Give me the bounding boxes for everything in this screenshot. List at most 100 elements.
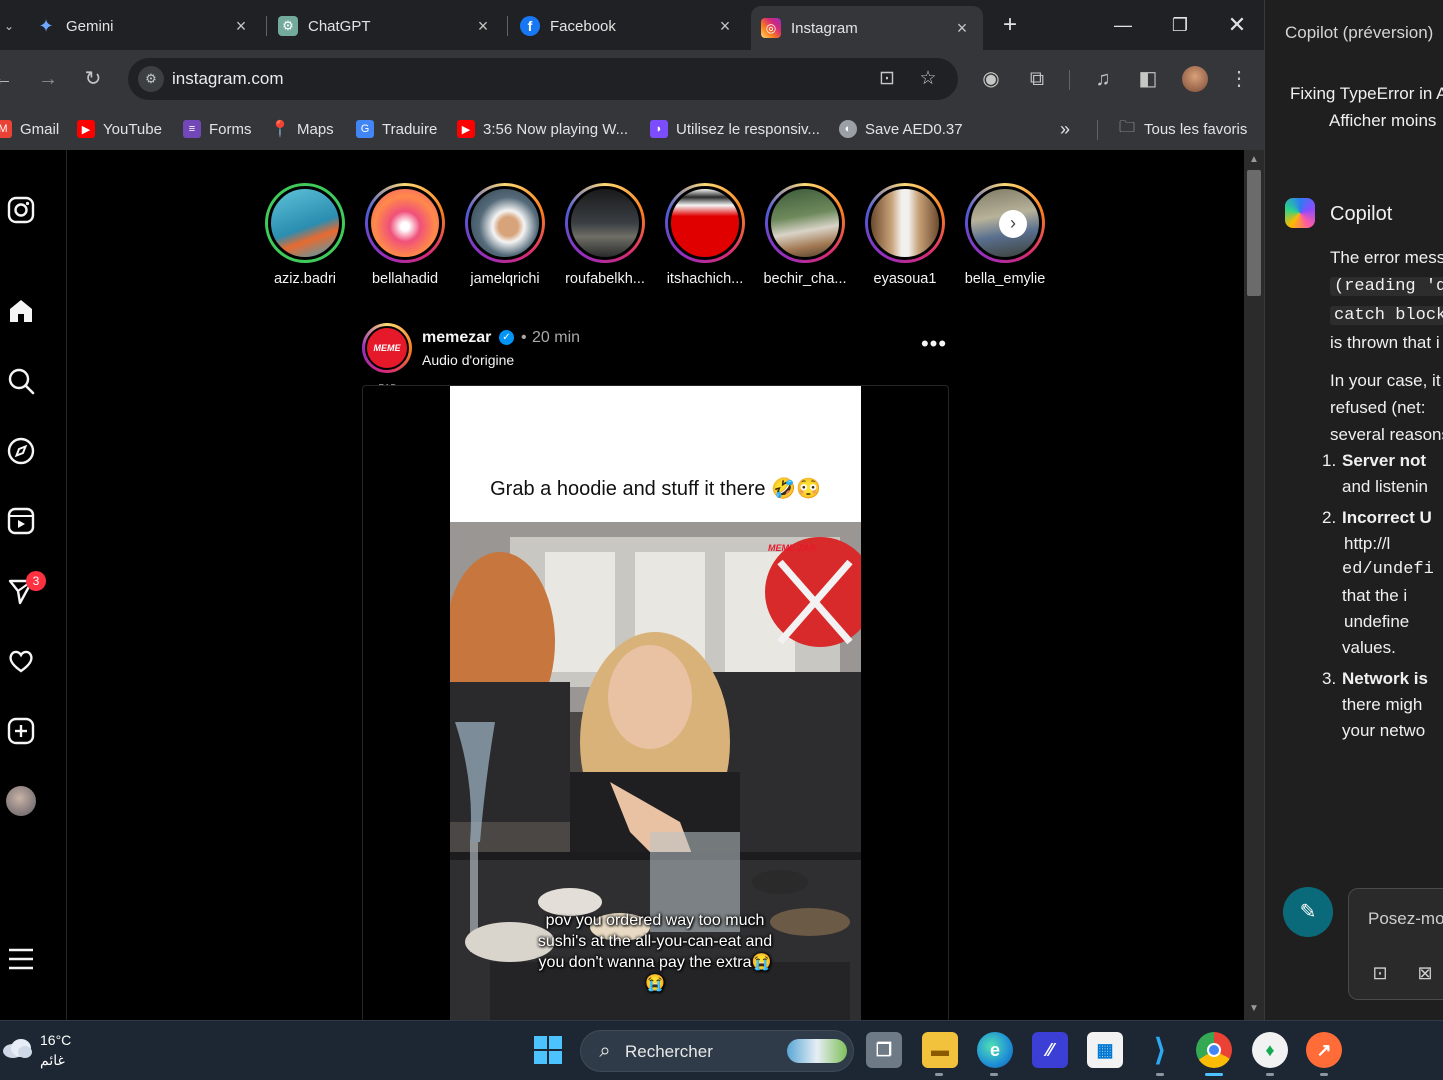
response-text: The error mess (reading 'da catch block … (1330, 244, 1443, 448)
window-close-button[interactable]: ✕ (1217, 10, 1257, 40)
profile-avatar[interactable] (4, 784, 38, 818)
microsoft-store-icon[interactable]: ▦ (1087, 1032, 1123, 1068)
post-timestamp[interactable]: 20 min (532, 329, 580, 347)
reels-icon[interactable] (4, 504, 38, 538)
chrome-icon[interactable] (1196, 1032, 1232, 1068)
post-audio-link[interactable]: Audio d'origine (422, 352, 514, 368)
stories-next-chevron-icon[interactable]: › (999, 210, 1027, 238)
bookmark-responsive[interactable]: ◗ Utilisez le responsiv... (650, 117, 820, 141)
extensions-puzzle-icon[interactable]: ⧉ (1022, 64, 1052, 94)
more-menu-icon[interactable] (4, 942, 38, 976)
close-icon[interactable]: × (714, 15, 736, 37)
app-icon[interactable]: ⁄⁄ (1032, 1032, 1068, 1068)
install-app-icon[interactable]: ⊡ (874, 66, 900, 92)
vscode-icon[interactable]: ⟩ (1142, 1032, 1178, 1068)
tab-chatgpt[interactable]: ⚙ ChatGPT × (268, 8, 504, 44)
bookmark-label: 3:56 Now playing W... (483, 120, 629, 138)
weather-condition[interactable]: غائم (40, 1052, 65, 1069)
bookmark-save-aed[interactable]: ◐ Save AED0.37 (839, 117, 963, 141)
menu-kebab-icon[interactable]: ⋮ (1224, 64, 1254, 94)
collapsed-text[interactable]: Afficher moins (1329, 111, 1436, 127)
edge-browser-icon[interactable]: e (977, 1032, 1013, 1068)
weather-temperature[interactable]: 16°C (40, 1032, 71, 1048)
copilot-prompt-input[interactable]: Posez-mo ⊡ ⊠ (1348, 888, 1443, 1000)
text-line: refused (net: (1330, 398, 1426, 417)
bookmark-gmail[interactable]: M Gmail (0, 117, 59, 141)
text-line: ed/undefi (1342, 560, 1434, 579)
chatgpt-icon: ⚙ (278, 16, 298, 36)
notifications-heart-icon[interactable] (4, 644, 38, 678)
post-options-more-icon[interactable]: ••• (918, 333, 950, 363)
tab-overflow-chevron[interactable]: ⌄ (0, 8, 14, 44)
minimize-button[interactable]: — (1103, 10, 1143, 40)
post-username[interactable]: memezar (422, 329, 491, 347)
home-icon[interactable] (4, 294, 38, 328)
list-number: 1. (1322, 451, 1337, 470)
story-avatar (268, 186, 342, 260)
explore-compass-icon[interactable] (4, 434, 38, 468)
story-item[interactable]: itshachich... (655, 183, 755, 287)
side-panel-icon[interactable]: ◧ (1133, 64, 1163, 94)
story-item[interactable]: aziz.badri (255, 183, 355, 287)
back-button[interactable]: ← (0, 64, 18, 94)
bookmark-maps[interactable]: 📍 Maps (270, 117, 334, 141)
bookmark-youtube[interactable]: ▶ YouTube (77, 117, 162, 141)
scroll-up-arrow-icon[interactable]: ▲ (1248, 154, 1260, 166)
bookmark-now-playing[interactable]: ▶ 3:56 Now playing W... (457, 117, 628, 141)
close-icon[interactable]: × (472, 15, 494, 37)
reload-button[interactable]: ↻ (78, 64, 108, 94)
forward-button[interactable]: → (33, 64, 63, 94)
scrollbar-thumb[interactable] (1247, 170, 1261, 296)
story-item[interactable]: jamelqrichi (455, 183, 555, 287)
tab-gemini[interactable]: ✦ Gemini × (26, 8, 262, 44)
mongodb-compass-icon[interactable]: ♦ (1252, 1032, 1288, 1068)
address-bar[interactable]: ⚙ instagram.com ⊡ ☆ (128, 58, 958, 100)
search-icon[interactable] (4, 364, 38, 398)
post-author-avatar[interactable]: MEME ZAR (362, 323, 412, 393)
toolbar-divider (1069, 70, 1070, 90)
list-number: 3. (1322, 669, 1337, 688)
screenshot-icon[interactable]: ⊡ (1368, 961, 1392, 985)
extension-icon[interactable]: ◉ (976, 64, 1006, 94)
post-video[interactable]: Grab a hoodie and stuff it there 🤣😳 MEME… (450, 386, 861, 1024)
tab-facebook[interactable]: f Facebook × (510, 8, 746, 44)
file-explorer-icon[interactable]: ▬ (922, 1032, 958, 1068)
list-number: 2. (1322, 508, 1337, 527)
create-post-icon[interactable] (4, 714, 38, 748)
bookmarks-overflow-icon[interactable]: » (1060, 117, 1070, 141)
new-chat-button[interactable]: ✎ (1283, 887, 1333, 937)
story-item[interactable]: eyasoua1 (855, 183, 955, 287)
page-scrollbar[interactable]: ▲ ▼ (1244, 150, 1264, 1020)
tab-instagram[interactable]: ◎ Instagram × (751, 6, 983, 50)
bookmark-star-icon[interactable]: ☆ (915, 66, 941, 92)
media-control-icon[interactable]: ♫ (1088, 64, 1118, 94)
bookmark-traduire[interactable]: G Traduire (356, 117, 437, 141)
url-text[interactable]: instagram.com (172, 69, 283, 89)
postman-icon[interactable]: ↗ (1306, 1032, 1342, 1068)
story-ring (865, 183, 945, 263)
close-icon[interactable]: × (230, 15, 252, 37)
new-tab-button[interactable]: + (990, 10, 1030, 40)
restore-button[interactable]: ❐ (1160, 10, 1200, 40)
instagram-logo-icon[interactable] (4, 193, 38, 227)
tab-separator (507, 16, 508, 36)
task-view-icon[interactable]: ❐ (866, 1032, 902, 1068)
story-item[interactable]: roufabelkh... (555, 183, 655, 287)
snip-icon[interactable]: ⊠ (1413, 961, 1437, 985)
close-icon[interactable]: × (951, 17, 973, 39)
text-line: The error mess (1330, 248, 1443, 267)
profile-avatar[interactable] (1180, 64, 1210, 94)
conversation-title[interactable]: Fixing TypeError in A (1290, 84, 1443, 104)
bookmark-forms[interactable]: ≡ Forms (183, 117, 252, 141)
scroll-down-arrow-icon[interactable]: ▼ (1248, 1003, 1260, 1015)
all-bookmarks-folder[interactable]: 🗀 Tous les favoris (1118, 117, 1247, 141)
weather-cloud-icon[interactable] (2, 1037, 32, 1059)
site-info-icon[interactable]: ⚙ (138, 66, 164, 92)
taskbar-search-box[interactable]: ⌕ Rechercher (580, 1030, 854, 1072)
story-item[interactable]: bechir_cha... (755, 183, 855, 287)
start-windows-icon[interactable] (530, 1032, 566, 1068)
all-bookmarks-label: Tous les favoris (1144, 120, 1248, 138)
post-media-frame[interactable]: Grab a hoodie and stuff it there 🤣😳 MEME… (362, 385, 949, 1025)
story-item[interactable]: bellahadid (355, 183, 455, 287)
notification-badge: 3 (26, 571, 46, 591)
